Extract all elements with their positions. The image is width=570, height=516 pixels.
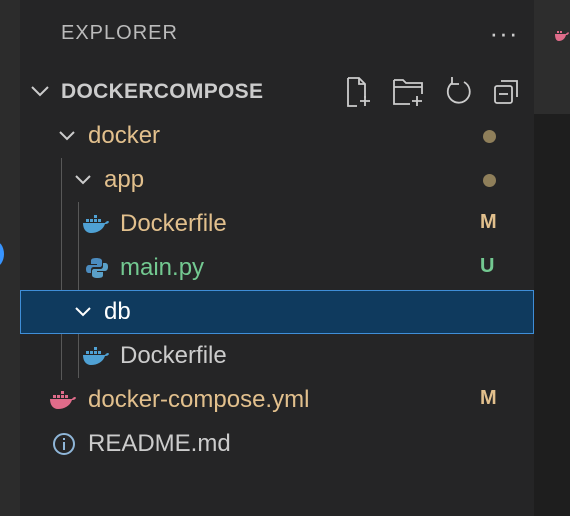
tree-item-folder[interactable]: docker <box>20 114 534 158</box>
chevron-down-icon <box>31 86 49 97</box>
tree-item-label: db <box>104 298 131 325</box>
chevron-down-icon <box>59 131 75 141</box>
docker-compose-icon <box>555 31 569 41</box>
tree-item-folder[interactable]: app <box>20 158 534 202</box>
tree-item-file[interactable]: Dockerfile M <box>20 202 534 246</box>
tree-item-file[interactable]: docker-compose.yml M <box>20 378 534 422</box>
tree-item-label: Dockerfile <box>120 342 227 369</box>
explorer-sidebar: EXPLORER ··· DOCKERCOMPOSE docker app Do… <box>20 0 534 516</box>
git-status-badge: U <box>480 255 495 277</box>
docker-icon <box>82 214 110 239</box>
explorer-title: EXPLORER <box>61 22 178 44</box>
editor-tab-strip[interactable] <box>534 0 570 114</box>
tree-item-file[interactable]: README.md <box>20 422 534 466</box>
tree-item-file[interactable]: Dockerfile <box>20 334 534 378</box>
refresh-icon[interactable] <box>444 76 474 108</box>
modified-dot-icon <box>483 174 496 187</box>
tree-item-file[interactable]: main.py U <box>20 246 534 290</box>
tree-item-folder-selected[interactable]: db <box>20 290 534 334</box>
python-icon <box>86 257 108 284</box>
tree-item-label: Dockerfile <box>120 210 227 237</box>
tree-item-label: app <box>104 166 145 193</box>
modified-dot-icon <box>483 130 496 143</box>
activity-bar-edge <box>0 0 20 516</box>
editor-area-edge <box>534 0 570 516</box>
git-status-badge: M <box>480 211 497 233</box>
more-actions-button[interactable]: ··· <box>486 18 522 48</box>
docker-icon <box>82 346 110 371</box>
chevron-down-icon <box>75 307 91 317</box>
workspace-root-label: DOCKERCOMPOSE <box>61 80 264 103</box>
new-file-icon[interactable] <box>344 76 374 108</box>
info-icon <box>52 432 76 461</box>
tree-item-label: main.py <box>120 254 205 281</box>
tree-item-label: docker <box>88 122 161 149</box>
activity-badge[interactable] <box>0 241 4 267</box>
git-status-badge: M <box>480 387 497 409</box>
collapse-all-icon[interactable] <box>492 76 522 108</box>
tree-item-label: docker-compose.yml <box>88 386 310 413</box>
chevron-down-icon <box>75 175 91 185</box>
docker-compose-icon <box>49 390 77 415</box>
tree-item-label: README.md <box>88 430 231 457</box>
new-folder-icon[interactable] <box>392 76 423 108</box>
